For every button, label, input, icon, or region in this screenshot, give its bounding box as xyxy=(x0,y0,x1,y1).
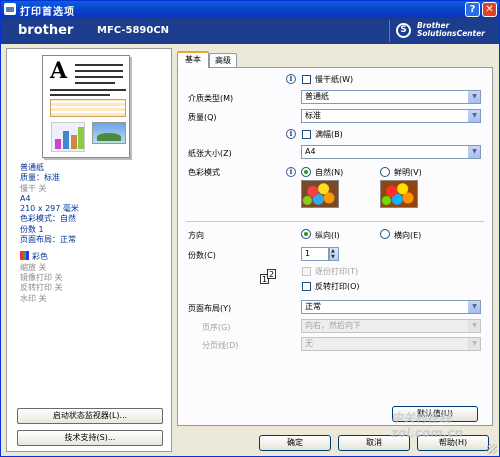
print-preferences-window: 打印首选项 ? ✕ brother MFC-5890CN S Brother So… xyxy=(0,0,500,457)
color-natural-label: 自然(N) xyxy=(315,168,344,177)
media-type-label: 介质类型(M) xyxy=(188,94,234,103)
status-monitor-button[interactable]: 启动状态监视器(L)... xyxy=(17,408,163,424)
color-vivid-label: 鲜明(V) xyxy=(394,168,422,177)
vivid-color-sample xyxy=(380,180,418,208)
reverse-order-checkbox[interactable] xyxy=(302,282,311,291)
summary-layout: 页面布局：正常 xyxy=(20,235,76,245)
info-icon[interactable]: i xyxy=(286,129,296,139)
borderless-label: 满幅(B) xyxy=(315,130,343,139)
portrait-radio[interactable] xyxy=(301,229,311,239)
color-vivid-radio[interactable] xyxy=(380,167,390,177)
site-watermark: 中关村在线 zol.com.cn xyxy=(391,411,463,440)
landscape-radio[interactable] xyxy=(380,229,390,239)
title-bar: 打印首选项 ? ✕ xyxy=(1,1,499,18)
portrait-label: 纵向(I) xyxy=(315,231,340,240)
preview-letter: A xyxy=(50,58,68,84)
border-line-label: 分页线(D) xyxy=(202,341,239,350)
preview-table xyxy=(50,99,126,117)
printer-model: MFC-5890CN xyxy=(97,25,170,36)
info-icon[interactable]: i xyxy=(286,74,296,84)
solutions-center-label: Brother SolutionsCenter xyxy=(417,21,485,38)
borderless-checkbox[interactable] xyxy=(302,130,311,139)
summary-slow-dry: 慢干 关 xyxy=(20,183,47,193)
summary-color-mode: 色彩模式：自然 xyxy=(20,214,76,224)
page-order-select[interactable]: 向右，然后向下 ▼ xyxy=(301,319,481,333)
page-order-label: 页序(G) xyxy=(202,323,231,332)
chevron-down-icon: ▼ xyxy=(468,320,480,332)
basic-tab-panel: i 慢干纸(W) 介质类型(M) 普通纸 ▼ 质量(Q) 标准 ▼ i 满幅(B) … xyxy=(177,67,493,426)
media-type-select[interactable]: 普通纸 ▼ xyxy=(301,90,481,104)
solutions-center-link[interactable]: S Brother SolutionsCenter xyxy=(389,20,499,42)
summary-reverse: 反转打印 关 xyxy=(20,283,63,293)
chevron-down-icon: ▼ xyxy=(468,91,480,103)
collate-icon: 12 xyxy=(260,269,276,284)
chevron-down-icon: ▼ xyxy=(468,146,480,158)
summary-color: 彩色 xyxy=(20,251,170,262)
quality-label: 质量(Q) xyxy=(188,113,217,122)
ok-button[interactable]: 确定 xyxy=(259,435,331,451)
summary-copies: 份数 1 xyxy=(20,224,44,234)
copies-stepper[interactable] xyxy=(329,247,339,261)
support-button[interactable]: 技术支持(S)... xyxy=(17,430,163,446)
slow-dry-checkbox[interactable] xyxy=(302,75,311,84)
printer-icon xyxy=(4,3,16,15)
resize-grip[interactable] xyxy=(487,444,497,454)
summary-mirror: 镜像打印 关 xyxy=(20,272,63,282)
page-layout-label: 页面布局(Y) xyxy=(188,304,232,313)
quality-select[interactable]: 标准 ▼ xyxy=(301,109,481,123)
chevron-down-icon: ▼ xyxy=(468,338,480,350)
collate-checkbox[interactable] xyxy=(302,267,311,276)
summary-paper: A4 xyxy=(20,193,31,203)
slow-dry-label: 慢干纸(W) xyxy=(315,75,354,84)
preview-chart xyxy=(51,122,85,152)
summary-scale: 缩放 关 xyxy=(20,262,47,272)
natural-color-sample xyxy=(301,180,339,208)
copies-input[interactable]: 1 xyxy=(301,247,329,261)
color-natural-radio[interactable] xyxy=(301,167,311,177)
tab-basic[interactable]: 基本 xyxy=(177,51,209,68)
help-title-button[interactable]: ? xyxy=(465,2,480,17)
landscape-label: 横向(E) xyxy=(394,231,422,240)
separator xyxy=(186,221,484,222)
settings-summary-panel: A 普通纸 质量：标准 慢干 关 A4 210 x 297 毫米 色彩模式：自然 xyxy=(6,48,172,452)
summary-media: 普通纸 xyxy=(20,163,44,172)
close-button[interactable]: ✕ xyxy=(482,2,497,17)
collate-label: 逐份打印(T) xyxy=(315,267,359,276)
summary-paper-dims: 210 x 297 毫米 xyxy=(20,204,79,214)
page-layout-select[interactable]: 正常 ▼ xyxy=(301,300,481,314)
info-icon[interactable]: i xyxy=(286,167,296,177)
brother-logo: brother xyxy=(18,23,74,38)
page-preview: A xyxy=(42,55,130,158)
copies-label: 份数(C) xyxy=(188,251,216,260)
window-title: 打印首选项 xyxy=(20,7,75,18)
settings-summary: 普通纸 质量：标准 慢干 关 A4 210 x 297 毫米 色彩模式：自然 份… xyxy=(20,163,170,304)
tab-advanced[interactable]: 高级 xyxy=(209,53,237,68)
summary-watermark: 水印 关 xyxy=(20,293,47,303)
preview-photo xyxy=(92,122,126,144)
paper-size-label: 纸张大小(Z) xyxy=(188,149,232,158)
summary-quality: 质量：标准 xyxy=(20,173,60,183)
solutions-center-icon: S xyxy=(396,23,411,38)
color-mode-label: 色彩模式 xyxy=(188,168,220,177)
chevron-down-icon: ▼ xyxy=(468,301,480,313)
border-line-select[interactable]: 无 ▼ xyxy=(301,337,481,351)
orientation-label: 方向 xyxy=(188,231,204,240)
paper-size-select[interactable]: A4 ▼ xyxy=(301,145,481,159)
chevron-down-icon: ▼ xyxy=(468,110,480,122)
color-icon xyxy=(20,251,29,261)
brand-header: brother MFC-5890CN S Brother SolutionsCen… xyxy=(1,18,499,44)
reverse-order-label: 反转打印(O) xyxy=(315,282,360,291)
